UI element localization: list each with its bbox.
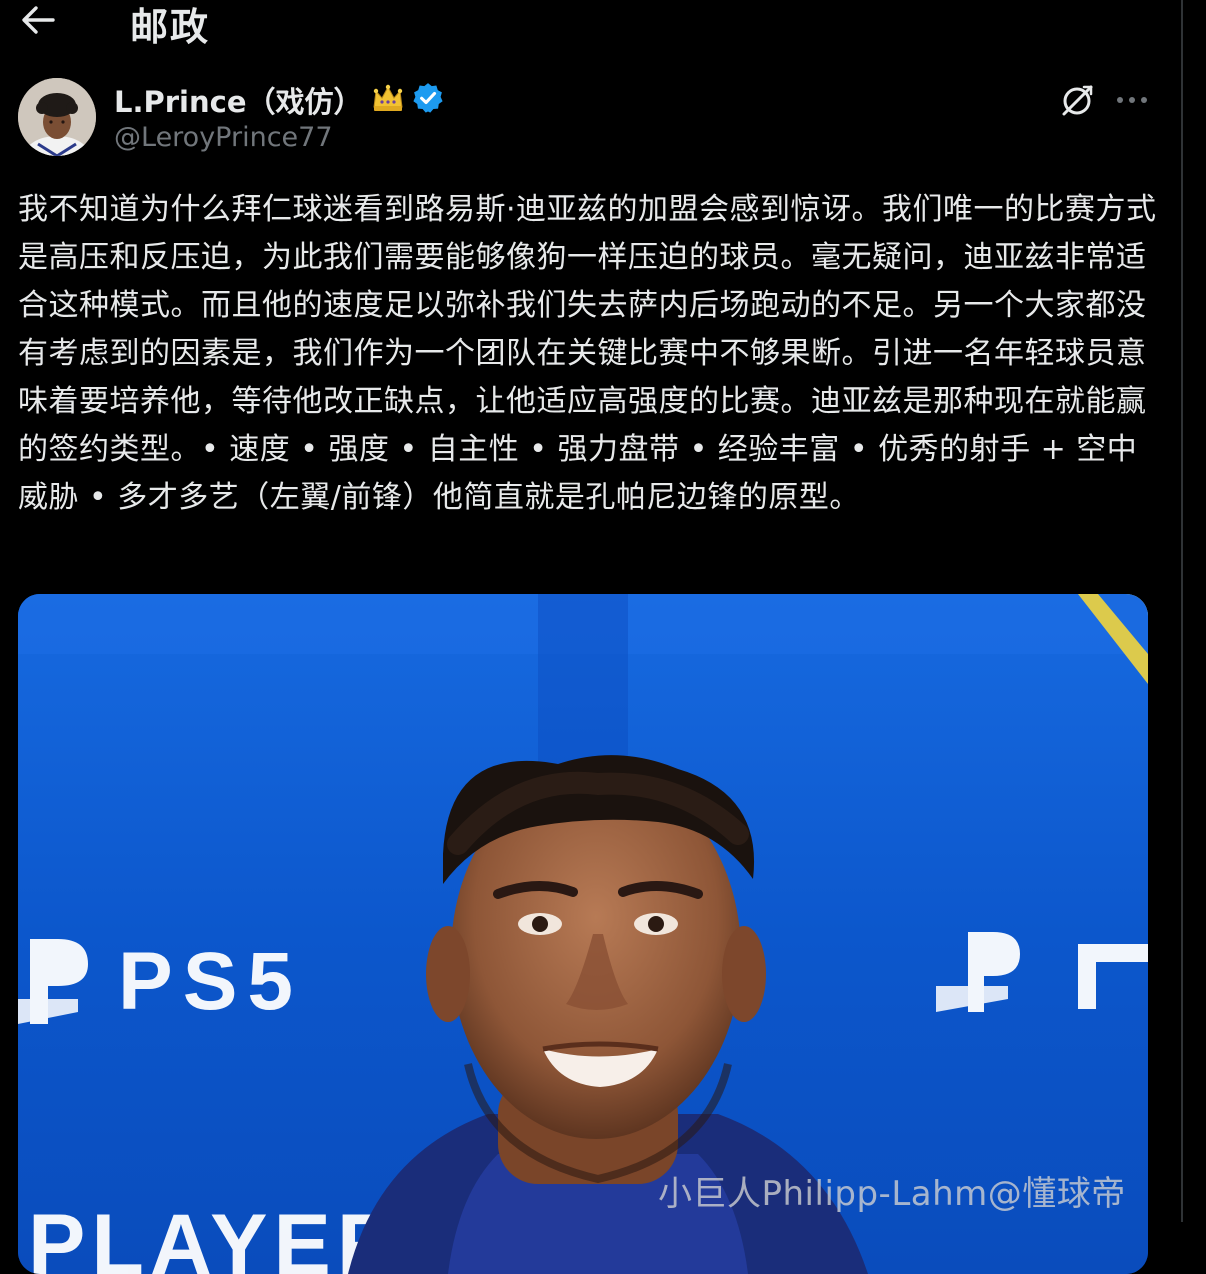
more-dots-icon: [1117, 97, 1147, 103]
ps5-logo: PS5: [18, 936, 303, 1027]
grok-button[interactable]: [1058, 80, 1098, 120]
player-text: PLAYER: [28, 1197, 405, 1274]
page-title: 邮政: [130, 5, 211, 49]
watermark: 小巨人Philipp-Lahm@懂球帝: [658, 1174, 1126, 1214]
ps5-text: PS5: [118, 936, 303, 1027]
arrow-left-icon: [22, 6, 55, 34]
crown-icon: [371, 83, 405, 117]
display-name-line: L.Prince（戏仿）: [114, 80, 445, 120]
tweet-text: 我不知道为什么拜仁球迷看到路易斯·迪亚兹的加盟会感到惊讶。我们唯一的比赛方式是高…: [18, 192, 1157, 515]
avatar[interactable]: [18, 78, 96, 156]
back-button[interactable]: [18, 2, 58, 38]
avatar-image: [18, 78, 96, 156]
verified-badge-icon: [411, 81, 445, 119]
user-handle[interactable]: @LeroyPrince77: [114, 122, 333, 153]
tweet-author: L.Prince（戏仿） @LeroyPrince77: [18, 78, 1168, 160]
display-name[interactable]: L.Prince（戏仿）: [114, 79, 363, 121]
scrollbar-divider: [1181, 0, 1183, 1222]
grok-icon: [1062, 85, 1093, 116]
top-bar: 邮政: [0, 0, 1206, 49]
more-button[interactable]: [1112, 80, 1152, 120]
